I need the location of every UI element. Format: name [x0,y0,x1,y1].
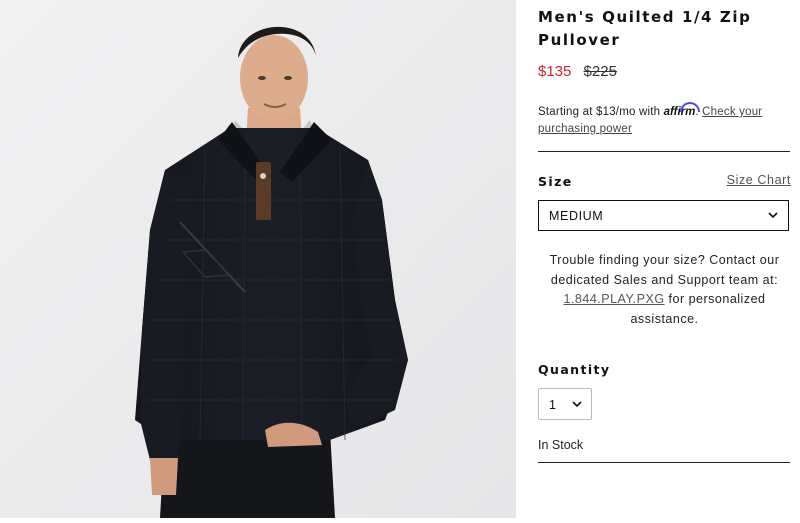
chevron-down-icon [768,212,778,219]
price: $135 $225 [538,63,617,81]
divider [538,151,790,152]
stock-status: In Stock [538,438,584,452]
product-image[interactable] [0,0,516,518]
product-photo [0,0,516,518]
size-select[interactable]: MEDIUM [538,200,789,231]
divider [538,462,790,463]
original-price: $225 [583,63,617,80]
quantity-select-value: 1 [549,398,556,412]
size-help-text: Trouble finding your size? Contact our d… [538,251,791,329]
support-phone-link[interactable]: 1.844.PLAY.PXG [564,292,665,306]
size-label: Size [538,174,573,189]
size-help-text-before: Trouble finding your size? Contact our d… [549,253,780,287]
affirm-prefix: Starting at $13/mo with [538,106,664,118]
sale-price: $135 [538,63,572,80]
quantity-select[interactable]: 1 [538,388,592,420]
size-select-value: MEDIUM [549,209,604,223]
chevron-down-icon [572,401,582,408]
affirm-financing: Starting at $13/mo with affirm. Check yo… [538,104,791,138]
affirm-logo: affirm [663,106,696,118]
size-chart-link[interactable]: Size Chart [727,173,791,187]
quantity-label: Quantity [538,362,611,377]
product-page: Men's Quilted 1/4 Zip Pullover $135 $225… [0,0,800,523]
product-title: Men's Quilted 1/4 Zip Pullover [538,8,752,49]
